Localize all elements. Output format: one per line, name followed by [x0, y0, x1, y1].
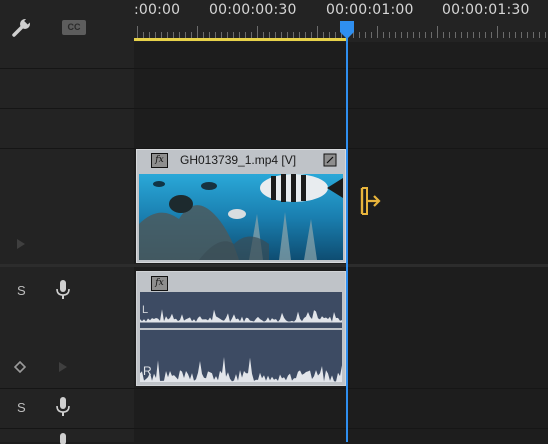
fx-badge[interactable]: fx [151, 276, 168, 291]
wrench-icon[interactable] [11, 17, 33, 39]
ruler-tick [431, 32, 432, 38]
microphone-icon[interactable] [55, 432, 71, 444]
ruler-tick [389, 32, 390, 38]
audio-track-header-3[interactable] [0, 428, 134, 444]
closed-captions-icon[interactable]: CC [62, 20, 86, 35]
playhead-line[interactable] [346, 22, 348, 442]
video-track-header[interactable] [0, 148, 134, 267]
ruler-tick [425, 32, 426, 38]
waveform-left [140, 309, 342, 323]
ruler-tick [473, 32, 474, 38]
ruler-tick [467, 32, 468, 38]
ruler-tick [365, 32, 366, 38]
ruler-tick [437, 26, 438, 38]
ruler-tick [485, 32, 486, 38]
keyframe-icon[interactable] [14, 361, 26, 373]
ruler-tick [407, 32, 408, 38]
audio-clip[interactable]: fx L R [136, 271, 346, 386]
ruler-tick [539, 32, 540, 38]
ruler-tick [383, 32, 384, 38]
clip-name: GH013739_1.mp4 [V] [180, 153, 297, 167]
ruler-tick [419, 32, 420, 38]
fx-badge[interactable]: fx [151, 153, 168, 168]
ruler-tick [137, 26, 138, 38]
ruler-tick [503, 32, 504, 38]
audio-channel-left: L [140, 292, 342, 328]
ripple-edit-cursor-icon [360, 187, 381, 215]
track-lane [134, 68, 548, 109]
link-icon [323, 153, 337, 167]
track-header-column: CC S S [0, 0, 134, 444]
expand-triangle-icon[interactable] [16, 238, 26, 250]
audio-track-lane [134, 388, 548, 429]
track-header-empty-1 [0, 68, 134, 109]
timeline-settings-row: CC [0, 0, 134, 69]
ruler-tick [377, 26, 378, 38]
ruler-tick [545, 32, 546, 38]
solo-button[interactable]: S [17, 283, 26, 298]
audio-channel-right: R [140, 330, 342, 382]
playhead-handle[interactable] [339, 20, 355, 40]
ruler-tick [197, 26, 198, 38]
ruler-tick [479, 32, 480, 38]
ruler-tick [509, 32, 510, 38]
ruler-tick [521, 32, 522, 38]
ruler-tick [491, 32, 492, 38]
track-lane [134, 42, 548, 69]
ruler-tick [527, 32, 528, 38]
track-lane [134, 108, 548, 149]
video-thumbnail [139, 174, 343, 260]
ruler-tick [515, 32, 516, 38]
microphone-icon[interactable] [55, 396, 71, 418]
video-clip[interactable]: fx GH013739_1.mp4 [V] [136, 149, 346, 263]
audio-track-lane [134, 428, 548, 442]
ruler-tick [317, 26, 318, 38]
ruler-tick [371, 32, 372, 38]
ruler-tick [401, 32, 402, 38]
audio-track-header-1[interactable]: S [0, 267, 134, 389]
ruler-tick [533, 32, 534, 38]
solo-button[interactable]: S [17, 400, 26, 415]
ruler-tick [257, 26, 258, 38]
track-header-empty-2 [0, 108, 134, 149]
work-area-bar[interactable] [134, 38, 346, 41]
ruler-tick [497, 26, 498, 38]
ruler-tick [395, 32, 396, 38]
ruler-tick [449, 32, 450, 38]
ruler-tick [359, 32, 360, 38]
ruler-tick [443, 32, 444, 38]
ruler-tick [455, 32, 456, 38]
ruler-tick [413, 32, 414, 38]
ruler-tick [461, 32, 462, 38]
audio-track-header-2[interactable]: S [0, 388, 134, 429]
microphone-icon[interactable] [55, 279, 71, 301]
waveform-right [140, 357, 342, 382]
expand-triangle-icon[interactable] [58, 361, 68, 373]
